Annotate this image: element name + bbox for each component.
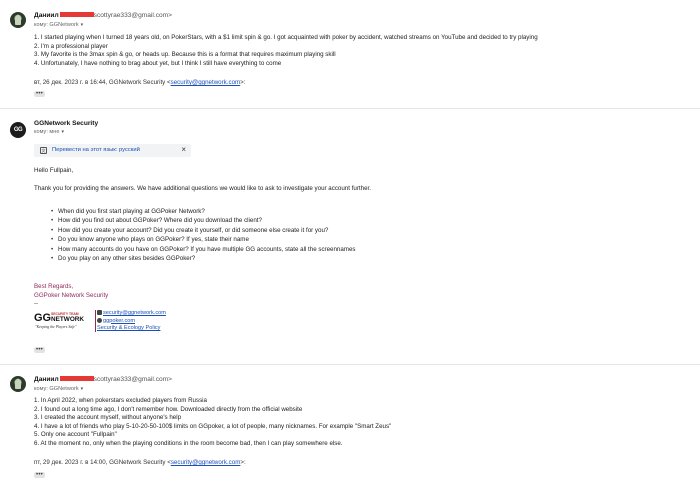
list-item: When did you first start playing at GGPo…: [51, 207, 356, 217]
logo-main-text: NETWORK: [51, 316, 84, 323]
team-name: GGPoker Network Security: [34, 291, 109, 299]
body-line: 1. I started playing when I turned 18 ye…: [34, 34, 538, 41]
quote-suffix: >:: [240, 79, 246, 86]
list-item: How did you find out about GGPoker? Wher…: [51, 216, 356, 226]
show-trimmed-button[interactable]: •••: [34, 91, 45, 97]
redaction-mark: [59, 12, 94, 18]
show-trimmed-button[interactable]: •••: [34, 472, 45, 478]
sender-line: Даниил scottyrae333@gmail.com>: [34, 12, 172, 19]
quote-header: пт, 29 дек. 2023 г. в 14:00, GGNetwork S…: [34, 459, 246, 466]
message-divider: [0, 108, 700, 109]
logo-tagline: "Keeping the Players Safe": [35, 325, 77, 329]
quote-email-link[interactable]: security@ggnetwork.com: [171, 79, 241, 86]
quote-header: вт, 26 дек. 2023 г. в 16:44, GGNetwork S…: [34, 79, 246, 86]
body-line: 2. I'm a professional player: [34, 42, 108, 50]
logo-gg-text: GG: [34, 312, 51, 324]
gg-network-logo: GG SECURITY TEAM NETWORK "Keeping the Pl…: [34, 310, 92, 329]
quote-email-link[interactable]: security@ggnetwork.com: [171, 459, 241, 466]
question-list: When did you first start playing at GGPo…: [51, 207, 356, 264]
recipient-line[interactable]: кому: GGNetwork ▾: [34, 386, 83, 392]
show-trimmed-button[interactable]: •••: [34, 347, 45, 353]
signature-links: security@ggnetwork.com ggpoker.com Secur…: [97, 310, 166, 333]
translate-icon: 文: [40, 147, 47, 154]
logo-graphic: GG SECURITY TEAM NETWORK "Keeping the Pl…: [34, 312, 84, 329]
body-line: 3. I created the account myself, without…: [34, 414, 182, 421]
list-item: Do you know anyone who plays on GGPoker?…: [51, 235, 356, 245]
chevron-down-icon[interactable]: ▾: [61, 129, 64, 135]
recipient-label: кому: GGNetwork: [34, 22, 79, 28]
recipient-line[interactable]: кому: мне ▾: [34, 129, 64, 135]
mail-icon: [97, 310, 102, 316]
sender-email: scottyrae333@gmail.com>: [93, 376, 172, 383]
globe-icon: [97, 317, 102, 323]
translate-bar: 文 Перевести на этот язык: русский ×: [34, 144, 191, 157]
recipient-label: кому: GGNetwork: [34, 386, 79, 392]
signature-divider: [95, 310, 96, 332]
close-icon[interactable]: ×: [181, 145, 186, 154]
redaction-mark: [59, 376, 94, 382]
message-body: 1. In April 2022, when pokerstars exclud…: [34, 397, 391, 448]
intro-text: Thank you for providing the answers. We …: [34, 185, 371, 192]
body-line: 5. Only one account "Fullpain": [34, 431, 117, 438]
list-item: How did you create your account? Did you…: [51, 226, 356, 236]
quote-date: пт, 29 дек. 2023 г. в 14:00, GGNetwork S…: [34, 459, 171, 466]
recipient-line[interactable]: кому: GGNetwork ▾: [34, 22, 83, 28]
sender-avatar[interactable]: [10, 376, 26, 392]
list-item: Do you play on any other sites besides G…: [51, 254, 356, 264]
message-divider: [0, 364, 700, 365]
recipient-label: кому: мне: [34, 129, 60, 135]
body-line: 1. In April 2022, when pokerstars exclud…: [34, 397, 207, 404]
sender-email: scottyrae333@gmail.com>: [93, 12, 172, 19]
translate-link[interactable]: Перевести на этот язык: русский: [52, 147, 140, 153]
sender-line: Даниил scottyrae333@gmail.com>: [34, 376, 172, 383]
body-line: 4. Unfortunately, I have nothing to brag…: [34, 59, 282, 67]
sign-off: Best Regards,: [34, 283, 74, 290]
quote-suffix: >:: [240, 459, 246, 466]
body-line: 2. I found out a long time ago, I don't …: [34, 405, 303, 413]
sender-name[interactable]: Даниил: [34, 376, 59, 383]
quote-date: вт, 26 дек. 2023 г. в 16:44, GGNetwork S…: [34, 79, 171, 86]
list-item: How many accounts do you have on GGPoker…: [51, 245, 355, 255]
sender-name[interactable]: GGNetwork Security: [34, 120, 98, 127]
sig-site-link[interactable]: ggpoker.com: [103, 318, 135, 324]
sig-policy-link[interactable]: Security & Ecology Policy: [97, 325, 160, 331]
sender-name[interactable]: Даниил: [34, 12, 59, 19]
gg-avatar-icon[interactable]: GG: [10, 122, 26, 138]
signature-block: Best Regards, GGPoker Network Security -…: [34, 283, 108, 309]
signature-dashes: --: [34, 300, 39, 307]
body-line: 6. At the moment no, only when the playi…: [34, 439, 343, 447]
body-line: 4. I have a lot of friends who play 5-10…: [34, 422, 392, 430]
sender-avatar[interactable]: [10, 12, 26, 28]
message-body: 1. I started playing when I turned 18 ye…: [34, 34, 538, 68]
body-line: 3. My favorite is the 3max spin & go, or…: [34, 51, 336, 58]
chevron-down-icon[interactable]: ▾: [81, 386, 84, 392]
chevron-down-icon[interactable]: ▾: [81, 22, 84, 28]
greeting: Hello Fullpain,: [34, 167, 74, 174]
sig-email-link[interactable]: security@ggnetwork.com: [103, 310, 166, 316]
